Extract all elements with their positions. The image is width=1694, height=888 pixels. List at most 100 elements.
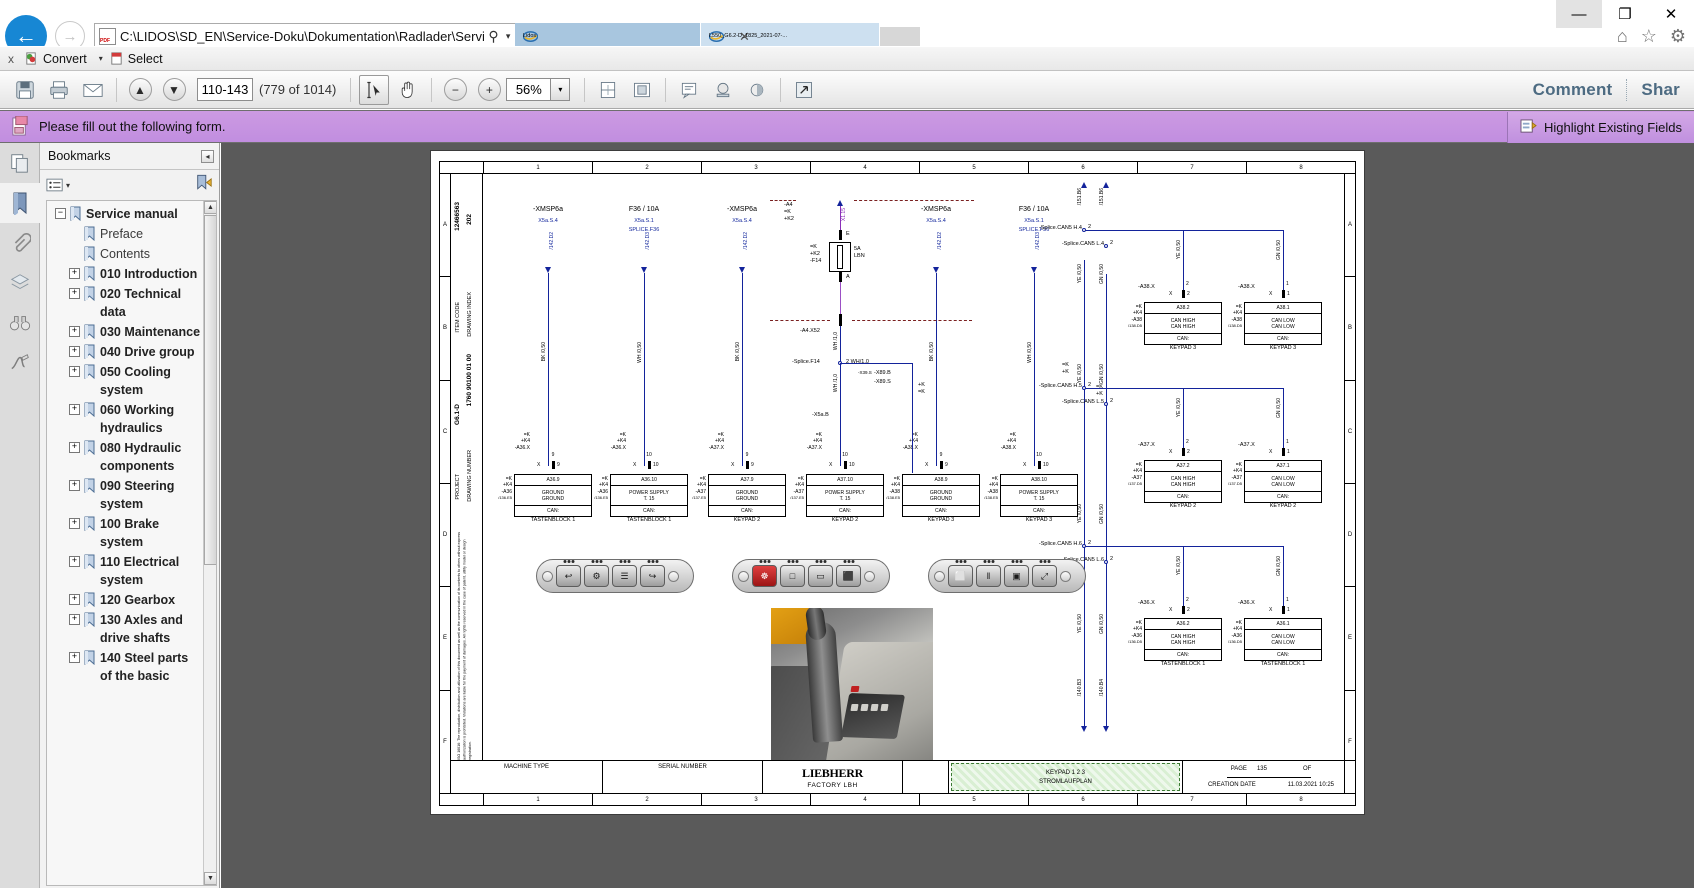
bookmark-item[interactable]: Preface <box>55 225 203 243</box>
hand-tool-button[interactable] <box>393 75 423 105</box>
wire-type-label: BK /0,50 <box>541 342 547 361</box>
layers-icon[interactable] <box>0 263 40 303</box>
expand-toggle-icon[interactable]: + <box>69 556 80 567</box>
of-label: OF <box>1303 766 1311 772</box>
save-file-button[interactable] <box>10 75 40 105</box>
keypad-key[interactable]: ☰ <box>612 565 637 587</box>
keypad-key[interactable]: ▣ <box>1004 565 1029 587</box>
page-thumbnails-icon[interactable] <box>0 143 40 183</box>
bookmark-item[interactable]: +050 Cooling system <box>55 363 203 399</box>
expand-toggle-icon[interactable]: + <box>69 366 80 377</box>
search-binoculars-icon[interactable] <box>0 303 40 343</box>
expand-toggle-icon[interactable]: + <box>69 518 80 529</box>
tools-gear-icon[interactable]: ⚙ <box>1670 26 1686 47</box>
bookmark-item[interactable]: +040 Drive group <box>55 343 203 361</box>
keypad-key[interactable]: ⬛ <box>836 565 861 587</box>
zoom-dropdown-icon[interactable]: ▾ <box>550 78 570 101</box>
collapse-toggle-icon[interactable]: − <box>55 208 66 219</box>
zoom-level-input[interactable]: 56% <box>506 78 550 101</box>
print-button[interactable] <box>44 75 74 105</box>
expand-toggle-icon[interactable]: + <box>69 326 80 337</box>
select-tool-button[interactable] <box>359 75 389 105</box>
expand-toggle-icon[interactable]: + <box>69 652 80 663</box>
bookmark-item[interactable]: −Service manual <box>55 205 203 223</box>
page-value: 135 <box>1257 766 1267 772</box>
keypad-graphic-1[interactable]: ↩ ⚙ ☰ ↪ <box>536 559 694 593</box>
expand-toggle-icon[interactable]: + <box>69 404 80 415</box>
bookmarks-scrollbar[interactable]: ▲ ▼ <box>203 201 216 885</box>
attachment-tool-button[interactable] <box>742 75 772 105</box>
close-toolbar-icon[interactable]: x <box>8 52 14 66</box>
favorites-star-icon[interactable]: ☆ <box>1641 26 1657 47</box>
comment-tool-button[interactable] <box>674 75 704 105</box>
bookmark-label: 060 Working hydraulics <box>100 401 203 437</box>
keypad-key[interactable]: ‖ <box>976 565 1001 587</box>
bookmark-item[interactable]: +090 Steering system <box>55 477 203 513</box>
wire-type-label: YE /0,50 <box>1077 364 1083 383</box>
bookmark-item[interactable]: +110 Electrical system <box>55 553 203 589</box>
component-function: CAN LOWCAN LOW <box>1245 314 1321 334</box>
bookmark-label: 140 Steel parts of the basic <box>100 649 203 685</box>
new-bookmark-button[interactable] <box>195 174 213 196</box>
search-icon[interactable]: ⚲ <box>484 28 502 45</box>
document-canvas[interactable]: 12345678 12345678 ABCDEF ABCDEF 12466563… <box>221 143 1694 888</box>
home-icon[interactable]: ⌂ <box>1617 26 1628 47</box>
scroll-up-button[interactable]: ▲ <box>204 201 217 214</box>
search-dropdown-icon[interactable]: ▾ <box>503 31 514 42</box>
convert-dropdown-icon[interactable]: ▾ <box>99 54 103 63</box>
page-number-input[interactable]: 110-143 <box>197 78 253 101</box>
bookmark-item[interactable]: +100 Brake system <box>55 515 203 551</box>
keypad-key[interactable]: ⬜ <box>948 565 973 587</box>
zoom-in-button[interactable]: + <box>474 75 504 105</box>
email-button[interactable] <box>78 75 108 105</box>
expand-toggle-icon[interactable]: + <box>69 614 80 625</box>
bookmark-item[interactable]: +130 Axles and drive shafts <box>55 611 203 647</box>
bookmarks-tree[interactable]: −Service manual Preface Contents +010 Intro… <box>46 200 217 886</box>
select-button[interactable]: Select <box>109 51 163 66</box>
bookmark-item[interactable]: +060 Working hydraulics <box>55 401 203 437</box>
bookmark-item[interactable]: +010 Introduction <box>55 265 203 283</box>
keypad-graphic-3[interactable]: ⬜ ‖ ▣ ⤢ <box>928 559 1086 593</box>
bookmark-options-button[interactable]: ▾ <box>46 178 70 192</box>
share-panel-button[interactable]: Shar <box>1627 80 1694 100</box>
collapse-panel-button[interactable]: ◂ <box>201 150 214 163</box>
keypad-key[interactable]: ☸ <box>752 565 777 587</box>
zoom-out-button[interactable]: − <box>440 75 470 105</box>
fullscreen-button[interactable] <box>789 75 819 105</box>
page-info-row: PAGE 135 OF <box>1227 761 1312 778</box>
expand-toggle-icon[interactable]: + <box>69 268 80 279</box>
stamp-tool-button[interactable] <box>708 75 738 105</box>
keypad-graphic-2[interactable]: ☸ □ ▭ ⬛ <box>732 559 890 593</box>
keypad-key[interactable]: ↩ <box>556 565 581 587</box>
attachments-paperclip-icon[interactable] <box>0 223 40 263</box>
next-page-button[interactable]: ▼ <box>159 75 189 105</box>
expand-toggle-icon[interactable]: + <box>69 346 80 357</box>
fit-width-button[interactable] <box>627 75 657 105</box>
fit-page-button[interactable] <box>593 75 623 105</box>
previous-page-button[interactable]: ▲ <box>125 75 155 105</box>
keypad-key[interactable]: ▭ <box>808 565 833 587</box>
bookmark-item[interactable]: Contents <box>55 245 203 263</box>
expand-toggle-icon[interactable]: + <box>69 480 80 491</box>
connector-tag: =K+K4-A37.X <box>766 432 822 451</box>
expand-toggle-icon[interactable]: + <box>69 288 80 299</box>
bookmark-item[interactable]: +120 Gearbox <box>55 591 203 609</box>
scrollbar-thumb[interactable] <box>204 215 217 565</box>
expand-toggle-icon[interactable]: + <box>69 594 80 605</box>
expand-toggle-icon[interactable]: + <box>69 442 80 453</box>
comment-panel-button[interactable]: Comment <box>1519 80 1627 100</box>
signatures-icon[interactable] <box>0 343 40 383</box>
highlight-existing-fields-button[interactable]: Highlight Existing Fields <box>1507 112 1694 143</box>
bookmarks-icon[interactable] <box>0 183 40 223</box>
bookmark-item[interactable]: +020 Technical data <box>55 285 203 321</box>
bookmark-item[interactable]: +080 Hydraulic components <box>55 439 203 475</box>
keypad-key[interactable]: ⤢ <box>1032 565 1057 587</box>
keypad-key[interactable]: ⚙ <box>584 565 609 587</box>
scroll-down-button[interactable]: ▼ <box>204 872 217 885</box>
keypad-key[interactable]: □ <box>780 565 805 587</box>
bookmark-item[interactable]: +030 Maintenance <box>55 323 203 341</box>
pin-terminal-icon <box>940 461 943 469</box>
keypad-key[interactable]: ↪ <box>640 565 665 587</box>
convert-button[interactable]: Convert <box>24 51 87 66</box>
bookmark-item[interactable]: +140 Steel parts of the basic <box>55 649 203 685</box>
